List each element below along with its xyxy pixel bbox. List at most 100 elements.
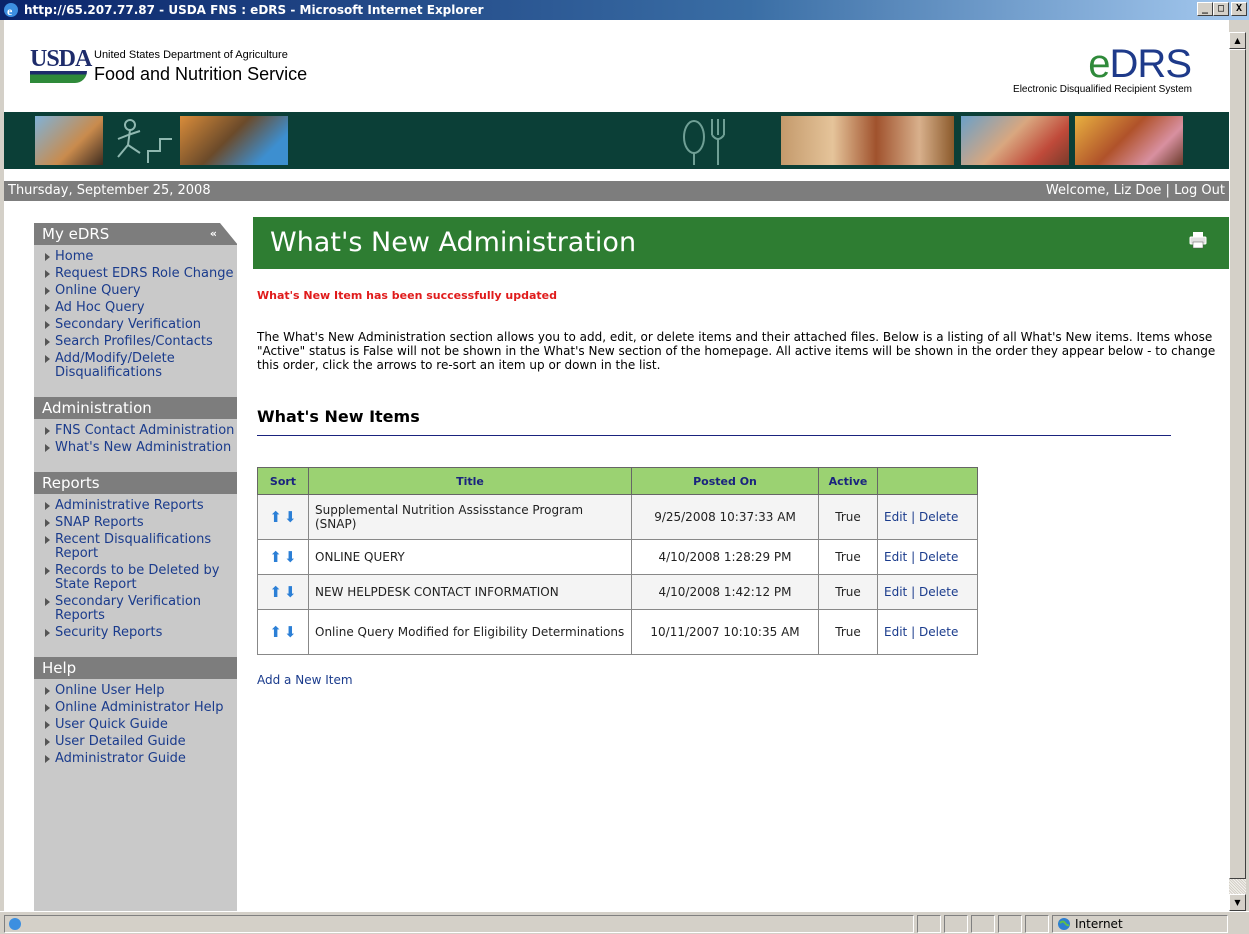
sidebar-item-label: What's New Administration xyxy=(55,440,232,455)
section-title: What's New Items xyxy=(257,407,420,426)
sidebar-item-label: Search Profiles/Contacts xyxy=(55,334,213,349)
sidebar-item-label: Online Query xyxy=(55,283,141,298)
photo-banner xyxy=(4,112,1229,169)
sidebar-item-label: User Detailed Guide xyxy=(55,734,186,749)
separator: | xyxy=(1165,183,1170,198)
status-text-cell xyxy=(4,915,914,933)
sidebar-item-whats-new-admin[interactable]: What's New Administration xyxy=(44,441,237,455)
sidebar-item-label: Request EDRS Role Change xyxy=(55,266,234,281)
action-separator: | xyxy=(911,585,916,599)
sidebar-item-ad-hoc-query[interactable]: Ad Hoc Query xyxy=(44,301,237,315)
sidebar-item-search-profiles[interactable]: Search Profiles/Contacts xyxy=(44,335,237,349)
sidebar-item-label: SNAP Reports xyxy=(55,515,144,530)
page-title: What's New Administration xyxy=(270,227,637,258)
scroll-thumb[interactable] xyxy=(1229,49,1246,879)
add-new-item-link[interactable]: Add a New Item xyxy=(257,673,353,687)
sidebar-item-recent-disqualifications[interactable]: Recent Disqualifications Report xyxy=(44,533,237,561)
sidebar-item-security-reports[interactable]: Security Reports xyxy=(44,626,237,640)
actions-cell: Edit | Delete xyxy=(877,494,978,540)
sidebar-item-online-user-help[interactable]: Online User Help xyxy=(44,684,237,698)
edit-link[interactable]: Edit xyxy=(884,585,907,599)
table-row: ⬆ ⬇ ONLINE QUERY 4/10/2008 1:28:29 PM Tru… xyxy=(257,539,978,575)
collapse-sidebar-button[interactable]: « xyxy=(210,223,217,245)
sidebar: My eDRS « Home Request EDRS Role Change … xyxy=(34,223,238,911)
sidebar-item-snap-reports[interactable]: SNAP Reports xyxy=(44,516,237,530)
sidebar-item-administrator-guide[interactable]: Administrator Guide xyxy=(44,752,237,766)
move-down-icon[interactable]: ⬇ xyxy=(284,549,297,565)
department-name: United States Department of Agriculture xyxy=(94,49,288,61)
actions-cell: Edit | Delete xyxy=(877,539,978,575)
sidebar-item-administrative-reports[interactable]: Administrative Reports xyxy=(44,499,237,513)
sidebar-item-online-admin-help[interactable]: Online Administrator Help xyxy=(44,701,237,715)
title-cell: ONLINE QUERY xyxy=(308,539,632,575)
sidebar-item-label: Recent Disqualifications Report xyxy=(55,532,212,561)
action-separator: | xyxy=(911,550,916,564)
delete-link[interactable]: Delete xyxy=(919,510,958,524)
sidebar-item-label: Online Administrator Help xyxy=(55,700,224,715)
sidebar-item-label: Add/Modify/Delete Disqualifications xyxy=(55,351,175,380)
logout-link[interactable]: Log Out xyxy=(1174,183,1225,198)
sidebar-item-user-detailed-guide[interactable]: User Detailed Guide xyxy=(44,735,237,749)
move-down-icon[interactable]: ⬇ xyxy=(284,584,297,600)
posted-on-cell: 4/10/2008 1:28:29 PM xyxy=(631,539,819,575)
move-up-icon[interactable]: ⬆ xyxy=(269,549,282,565)
vertical-scrollbar[interactable]: ▲ ▼ xyxy=(1229,32,1246,911)
move-down-icon[interactable]: ⬇ xyxy=(284,509,297,525)
utensils-icon xyxy=(683,119,725,165)
delete-link[interactable]: Delete xyxy=(919,625,958,639)
scroll-down-arrow-icon[interactable]: ▼ xyxy=(1229,894,1246,911)
sidebar-item-label: User Quick Guide xyxy=(55,717,168,732)
usda-logo[interactable]: USDA xyxy=(30,46,92,73)
sidebar-item-label: Secondary Verification xyxy=(55,317,202,332)
sidebar-item-online-query[interactable]: Online Query xyxy=(44,284,237,298)
posted-on-cell: 10/11/2007 10:10:35 AM xyxy=(631,609,819,655)
sidebar-heading-administration: Administration xyxy=(34,397,237,419)
sidebar-item-label: Records to be Deleted by State Report xyxy=(55,563,220,592)
current-date: Thursday, September 25, 2008 xyxy=(8,183,211,198)
sidebar-item-disqualifications[interactable]: Add/Modify/Delete Disqualifications xyxy=(44,352,237,380)
banner-photo xyxy=(179,115,289,166)
delete-link[interactable]: Delete xyxy=(919,585,958,599)
scroll-up-arrow-icon[interactable]: ▲ xyxy=(1229,32,1246,49)
sort-cell: ⬆ ⬇ xyxy=(257,609,309,655)
move-up-icon[interactable]: ⬆ xyxy=(269,584,282,600)
whats-new-table: Sort Title Posted On Active ⬆ ⬇ Supplemen… xyxy=(257,467,978,655)
table-row: ⬆ ⬇ Online Query Modified for Eligibility… xyxy=(257,609,978,655)
page-viewport: USDA United States Department of Agricul… xyxy=(4,20,1229,911)
sidebar-item-home[interactable]: Home xyxy=(44,250,237,264)
action-separator: | xyxy=(911,510,916,524)
edit-link[interactable]: Edit xyxy=(884,625,907,639)
move-down-icon[interactable]: ⬇ xyxy=(284,624,297,640)
print-icon[interactable] xyxy=(1189,231,1207,249)
sidebar-item-user-quick-guide[interactable]: User Quick Guide xyxy=(44,718,237,732)
sidebar-item-fns-contact-admin[interactable]: FNS Contact Administration xyxy=(44,424,237,438)
banner-photo xyxy=(34,115,104,166)
delete-link[interactable]: Delete xyxy=(919,550,958,564)
edrs-logo-rest: DRS xyxy=(1109,42,1192,86)
sidebar-heading-help: Help xyxy=(34,657,237,679)
banner-photo xyxy=(780,115,955,166)
svg-text:e: e xyxy=(7,4,13,18)
sidebar-item-secondary-verification-reports[interactable]: Secondary Verification Reports xyxy=(44,595,237,623)
edit-link[interactable]: Edit xyxy=(884,550,907,564)
sidebar-item-records-to-be-deleted[interactable]: Records to be Deleted by State Report xyxy=(44,564,237,592)
sidebar-item-request-role-change[interactable]: Request EDRS Role Change xyxy=(44,267,237,281)
header-title: Title xyxy=(308,467,632,495)
move-up-icon[interactable]: ⬆ xyxy=(269,624,282,640)
sidebar-item-label: Home xyxy=(55,249,94,264)
edit-link[interactable]: Edit xyxy=(884,510,907,524)
title-cell: NEW HELPDESK CONTACT INFORMATION xyxy=(308,574,632,610)
sidebar-item-secondary-verification[interactable]: Secondary Verification xyxy=(44,318,237,332)
maximize-button[interactable]: □ xyxy=(1213,2,1229,16)
minimize-button[interactable]: _ xyxy=(1197,2,1213,16)
move-up-icon[interactable]: ⬆ xyxy=(269,509,282,525)
sidebar-item-label: FNS Contact Administration xyxy=(55,423,235,438)
close-button[interactable]: X xyxy=(1231,2,1247,16)
status-cell xyxy=(1025,915,1049,933)
title-cell: Online Query Modified for Eligibility De… xyxy=(308,609,632,655)
active-cell: True xyxy=(818,539,878,575)
sidebar-item-label: Security Reports xyxy=(55,625,163,640)
actions-cell: Edit | Delete xyxy=(877,609,978,655)
globe-icon xyxy=(1058,918,1070,930)
posted-on-cell: 4/10/2008 1:42:12 PM xyxy=(631,574,819,610)
